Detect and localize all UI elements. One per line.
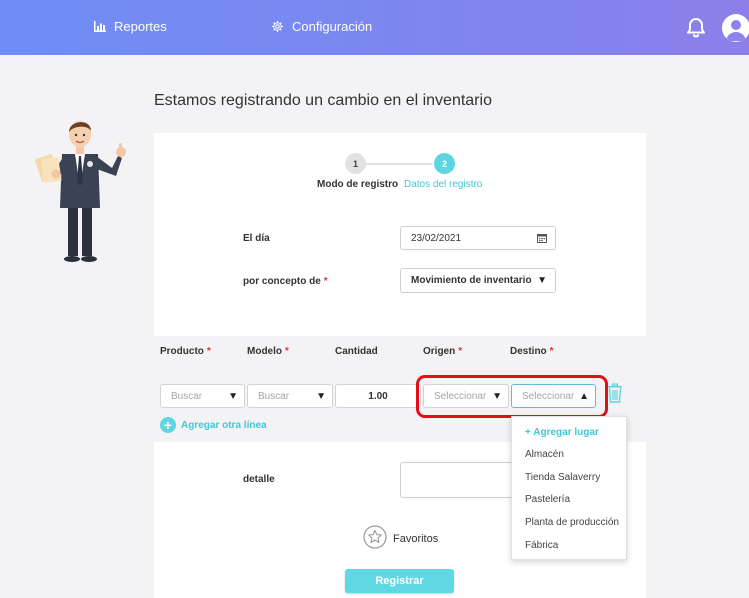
add-line-label: Agregar otra línea xyxy=(181,419,267,431)
concept-selected-value: Movimiento de inventario xyxy=(411,275,532,286)
quantity-input[interactable]: 1.00 xyxy=(335,384,421,408)
concept-label: por concepto de * xyxy=(243,276,328,287)
step-2-label[interactable]: Datos del registro xyxy=(404,179,482,190)
page-title: Estamos registrando un cambio en el inve… xyxy=(154,92,492,109)
column-header-quantity: Cantidad xyxy=(335,346,378,357)
businessman-mascot-illustration xyxy=(34,112,126,269)
bar-chart-icon xyxy=(94,21,106,32)
nav-reports-label: Reportes xyxy=(114,19,167,34)
nav-reports-link[interactable]: Reportes xyxy=(94,19,167,34)
concept-select[interactable]: Movimiento de inventario ▼ xyxy=(400,268,556,293)
dropdown-option[interactable]: Tienda Salaverry xyxy=(525,472,600,483)
step-1-circle[interactable]: 1 xyxy=(345,153,366,174)
product-search-select[interactable]: Buscar ▼ xyxy=(160,384,245,408)
column-header-origin: Origen * xyxy=(423,346,463,357)
plus-circle-icon: + xyxy=(160,417,176,433)
date-label: El día xyxy=(243,233,270,244)
destination-dropdown-menu: + Agregar lugar Almacén Tienda Salaverry… xyxy=(511,416,627,560)
step-2-circle[interactable]: 2 xyxy=(434,153,455,174)
nav-configuration-label: Configuración xyxy=(292,19,373,34)
dropdown-option[interactable]: Almacén xyxy=(525,449,564,460)
step-1-label[interactable]: Modo de registro xyxy=(317,179,398,190)
column-header-destination: Destino * xyxy=(510,346,554,357)
dropdown-option[interactable]: Planta de producción xyxy=(525,517,619,528)
dropdown-option[interactable]: Fábrica xyxy=(525,540,558,551)
gear-icon xyxy=(271,20,284,33)
required-asterisk: * xyxy=(323,276,328,287)
chevron-down-icon: ▼ xyxy=(537,275,547,286)
favorites-button[interactable]: Favoritos xyxy=(363,525,438,552)
origin-destination-highlight-box xyxy=(416,375,608,418)
register-button[interactable]: Registrar xyxy=(345,569,454,593)
calendar-icon[interactable] xyxy=(537,233,547,246)
dropdown-option[interactable]: Pastelería xyxy=(525,494,570,505)
nav-configuration-link[interactable]: Configuración xyxy=(271,19,372,34)
detail-input[interactable] xyxy=(400,462,518,498)
quantity-value: 1.00 xyxy=(368,390,388,402)
model-search-select[interactable]: Buscar ▼ xyxy=(247,384,333,408)
add-line-button[interactable]: + Agregar otra línea xyxy=(160,417,267,433)
date-input[interactable]: 23/02/2021 xyxy=(400,226,556,250)
user-avatar-icon[interactable] xyxy=(722,14,749,42)
top-navigation-bar: Reportes Configuración xyxy=(0,0,749,55)
chevron-down-icon: ▼ xyxy=(228,391,238,402)
detail-label: detalle xyxy=(243,474,275,485)
star-icon xyxy=(363,525,387,552)
column-header-model: Modelo * xyxy=(247,346,289,357)
product-placeholder: Buscar xyxy=(171,390,203,402)
bell-icon[interactable] xyxy=(686,17,706,43)
date-value: 23/02/2021 xyxy=(411,232,462,244)
stepper-connector xyxy=(365,163,433,165)
chevron-down-icon: ▼ xyxy=(316,391,326,402)
favorites-label: Favoritos xyxy=(393,532,439,545)
column-header-product: Producto * xyxy=(160,346,211,357)
trash-icon[interactable] xyxy=(607,383,623,408)
model-placeholder: Buscar xyxy=(258,390,290,402)
add-place-option[interactable]: + Agregar lugar xyxy=(525,427,599,438)
